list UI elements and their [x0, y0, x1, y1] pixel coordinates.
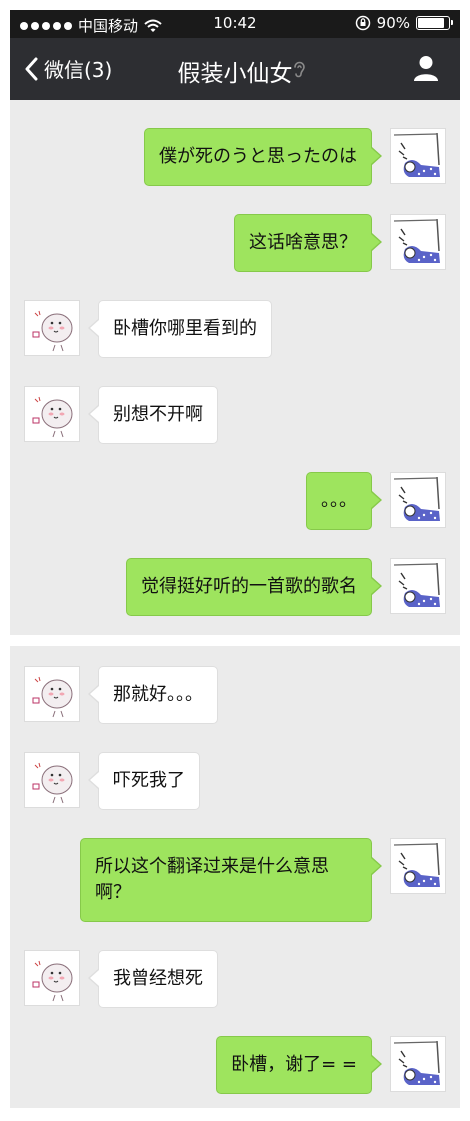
friend-avatar[interactable] [24, 666, 80, 722]
person-icon[interactable] [412, 54, 440, 82]
message-bubble[interactable]: 那就好。。。 [88, 666, 218, 724]
message-bubble[interactable]: 卧槽你哪里看到的 [88, 300, 272, 358]
message-bubble[interactable]: 。。。 [306, 472, 382, 530]
my-avatar[interactable] [390, 558, 446, 614]
friend-avatar[interactable] [24, 386, 80, 442]
message-bubble[interactable]: 别想不开啊 [88, 386, 218, 444]
battery-percent: 90% [376, 14, 410, 32]
ear-icon [294, 61, 305, 78]
friend-avatar[interactable] [24, 300, 80, 356]
chat-title: 假装小仙女 [177, 61, 293, 87]
my-avatar[interactable] [390, 214, 446, 270]
my-avatar[interactable] [390, 838, 446, 894]
chat-screenshot-top: 中国移动 10:42 90% 微信(3) 假装小仙女 僕が死のうと思ったのは 这… [10, 10, 460, 635]
rotation-lock-icon [355, 15, 370, 31]
message-bubble[interactable]: 我曾经想死 [88, 950, 218, 1008]
message-bubble[interactable]: 所以这个翻译过来是什么意思啊？ [80, 838, 382, 922]
message-bubble[interactable]: 吓死我了 [88, 752, 200, 810]
friend-avatar[interactable] [24, 950, 80, 1006]
message-bubble[interactable]: 卧槽，谢了= = [216, 1036, 382, 1094]
message-bubble[interactable]: 这话啥意思？ [234, 214, 382, 272]
chat-screenshot-bottom: 那就好。。。 吓死我了所以这个翻译过来是什么意思啊？ 我曾经想死卧槽，谢了= = [10, 646, 460, 1108]
friend-avatar[interactable] [24, 752, 80, 808]
my-avatar[interactable] [390, 128, 446, 184]
my-avatar[interactable] [390, 472, 446, 528]
battery-icon [416, 16, 453, 30]
nav-bar: 微信(3) 假装小仙女 [10, 38, 460, 100]
my-avatar[interactable] [390, 1036, 446, 1092]
status-bar: 中国移动 10:42 90% [10, 10, 460, 38]
message-bubble[interactable]: 觉得挺好听的一首歌的歌名 [126, 558, 382, 616]
message-bubble[interactable]: 僕が死のうと思ったのは [144, 128, 382, 186]
